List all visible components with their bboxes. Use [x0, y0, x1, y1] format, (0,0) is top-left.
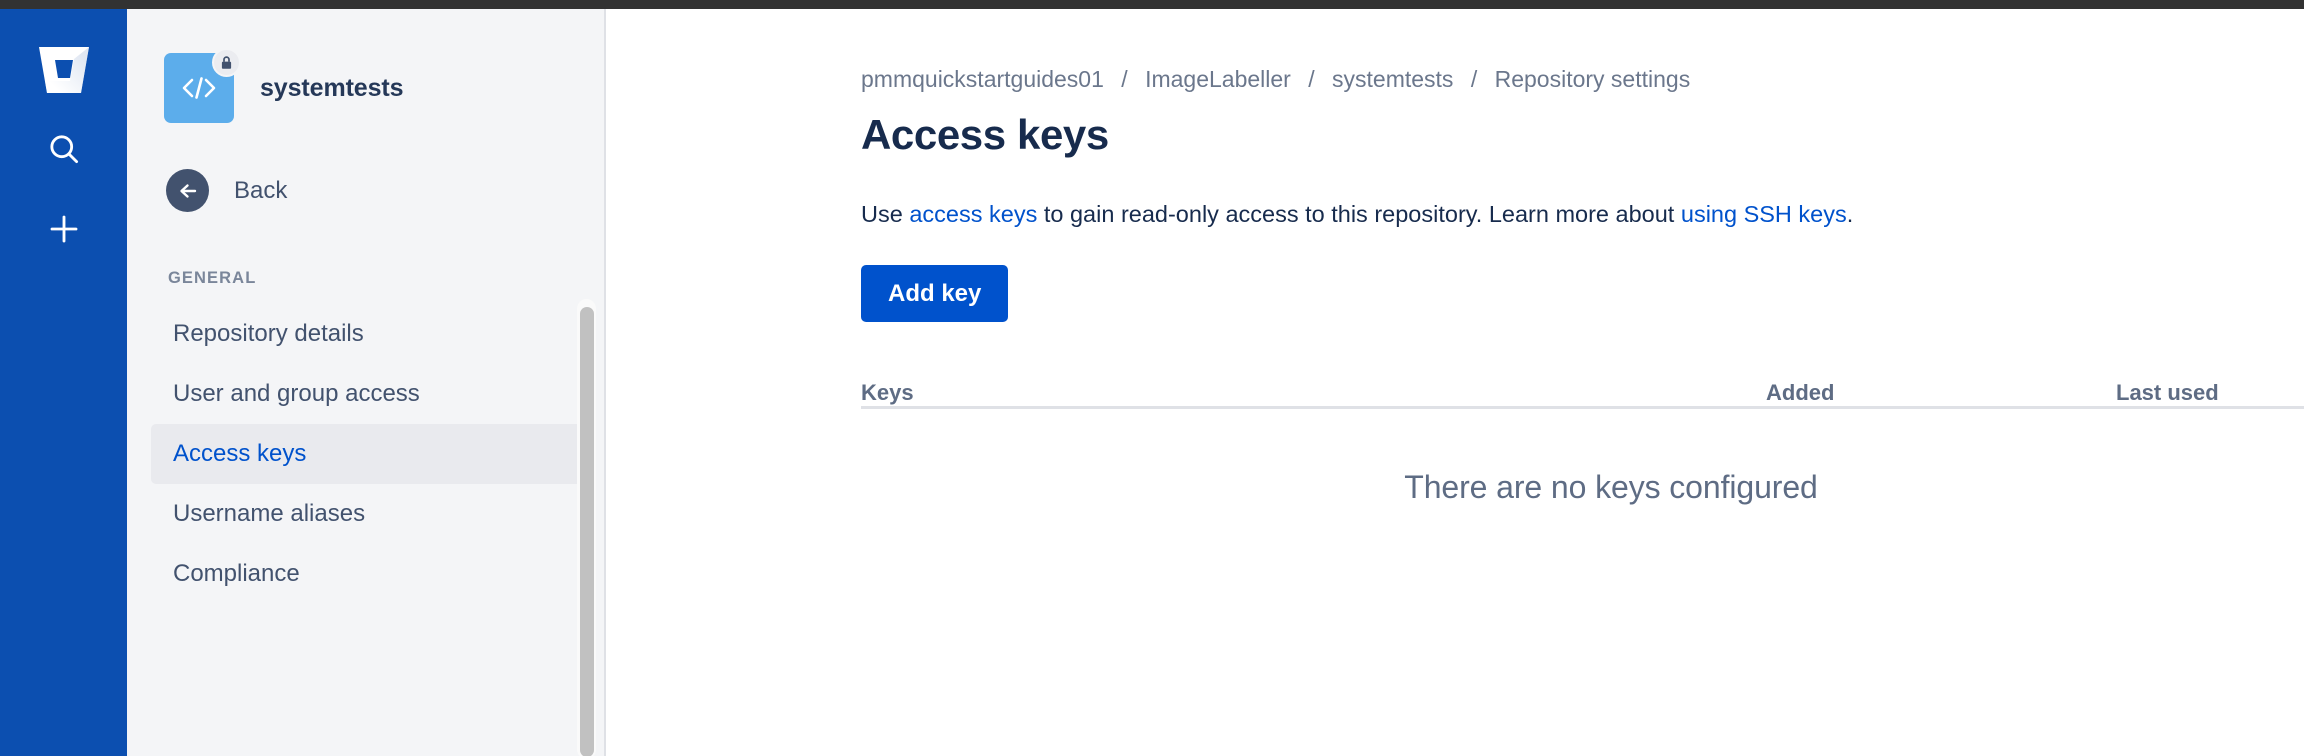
- using-ssh-keys-link[interactable]: using SSH keys: [1681, 201, 1847, 227]
- page-description: Use access keys to gain read-only access…: [861, 201, 2304, 228]
- breadcrumb-item-project[interactable]: ImageLabeller: [1145, 66, 1291, 92]
- sidebar-item-username-aliases[interactable]: Username aliases: [151, 484, 586, 544]
- global-navigation-rail: [0, 9, 127, 756]
- access-keys-link[interactable]: access keys: [909, 201, 1037, 227]
- breadcrumb-item-repository-settings[interactable]: Repository settings: [1495, 66, 1691, 92]
- arrow-left-icon: [166, 169, 209, 212]
- repository-settings-sidebar: systemtests Back GENERAL Repository deta…: [127, 9, 604, 756]
- column-header-last-used: Last used: [2116, 380, 2219, 405]
- empty-state-message: There are no keys configured: [1404, 469, 1818, 505]
- page-title: Access keys: [861, 111, 1109, 158]
- description-middle: to gain read-only access to this reposit…: [1037, 201, 1681, 227]
- repository-header[interactable]: systemtests: [127, 9, 604, 123]
- access-keys-table: Keys Added Last used There are no keys c…: [861, 365, 2304, 506]
- sidebar-item-compliance[interactable]: Compliance: [151, 544, 586, 604]
- breadcrumb-separator: /: [1308, 66, 1315, 92]
- sidebar-item-repository-details[interactable]: Repository details: [151, 304, 586, 364]
- breadcrumb: pmmquickstartguides01 / ImageLabeller / …: [861, 66, 2304, 93]
- column-header-added: Added: [1766, 380, 1835, 405]
- main-content: pmmquickstartguides01 / ImageLabeller / …: [606, 9, 2304, 756]
- description-suffix: .: [1846, 201, 1854, 227]
- back-button[interactable]: Back: [127, 169, 604, 212]
- create-icon[interactable]: [36, 201, 92, 257]
- table-header-row: Keys Added Last used: [861, 365, 2304, 409]
- sidebar-item-user-and-group-access[interactable]: User and group access: [151, 364, 586, 424]
- breadcrumb-separator: /: [1470, 66, 1478, 92]
- column-header-keys: Keys: [861, 380, 914, 405]
- avatar: [164, 48, 241, 123]
- bitbucket-logo[interactable]: [37, 43, 91, 97]
- bitbucket-repository-settings-page: systemtests Back GENERAL Repository deta…: [0, 0, 2304, 756]
- sidebar-nav-list: Repository details User and group access…: [127, 304, 604, 604]
- description-prefix: Use: [861, 201, 910, 227]
- breadcrumb-separator: /: [1121, 66, 1128, 92]
- breadcrumb-item-workspace[interactable]: pmmquickstartguides01: [861, 66, 1104, 92]
- back-label: Back: [234, 176, 288, 204]
- sidebar-item-access-keys[interactable]: Access keys: [151, 424, 586, 484]
- repository-name: systemtests: [260, 73, 404, 102]
- browser-chrome-strip: [0, 0, 2304, 9]
- search-icon[interactable]: [36, 121, 92, 177]
- add-key-button[interactable]: Add key: [861, 265, 1009, 322]
- sidebar-scrollbar-thumb[interactable]: [580, 307, 594, 756]
- sidebar-section-label-general: GENERAL: [168, 269, 257, 287]
- breadcrumb-item-repository[interactable]: systemtests: [1332, 66, 1453, 92]
- lock-icon: [212, 48, 241, 77]
